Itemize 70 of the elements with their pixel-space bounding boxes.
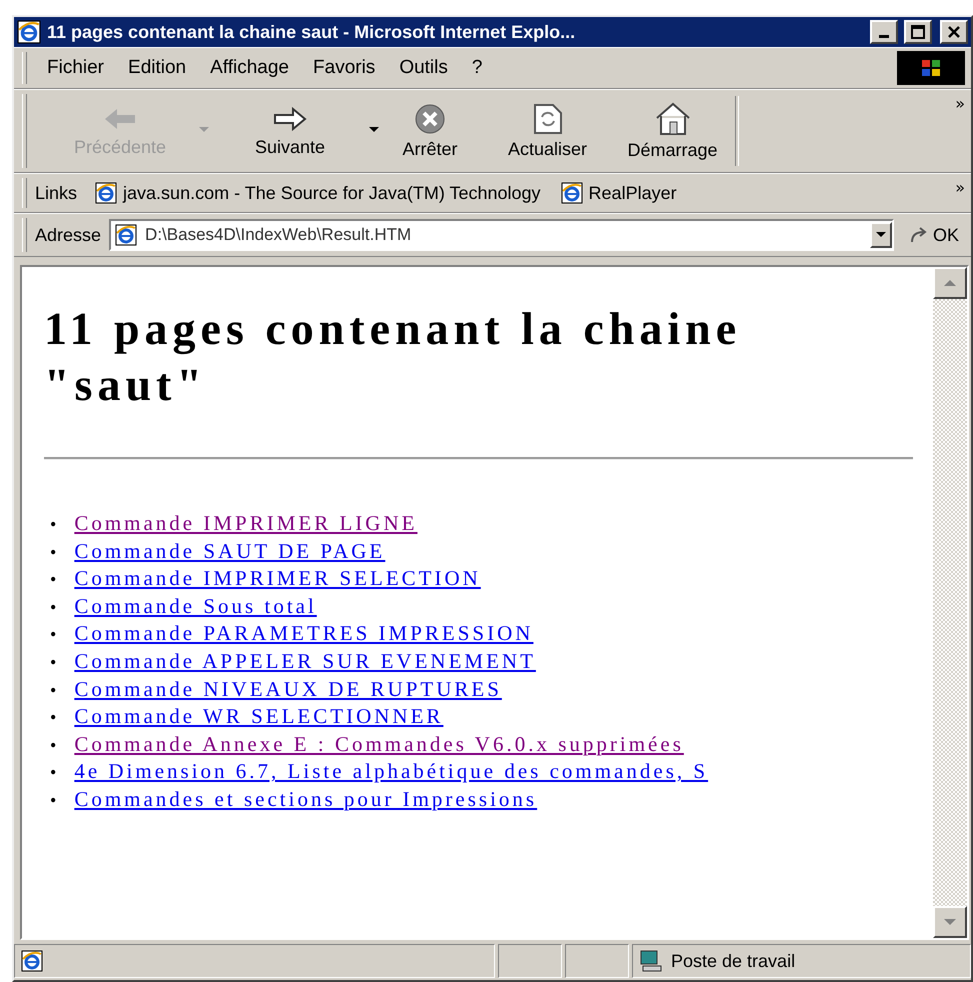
- toolbar-button[interactable]: Actualiser: [485, 102, 610, 160]
- down-arrow-icon: [944, 918, 956, 926]
- stop-icon: [414, 102, 446, 134]
- windows-logo-icon: [897, 51, 965, 85]
- scroll-down-button[interactable]: [933, 906, 967, 938]
- maximize-icon: [911, 25, 925, 39]
- status-pane: [498, 944, 562, 978]
- more-button[interactable]: »: [955, 178, 965, 197]
- result-link[interactable]: Commande SAUT DE PAGE: [74, 538, 386, 564]
- bullet: •: [50, 734, 56, 757]
- toolbar-button[interactable]: Suivante: [205, 104, 375, 158]
- toolbar-button[interactable]: Arrêter: [375, 102, 485, 160]
- menu-item[interactable]: ?: [460, 57, 494, 79]
- browser-icon: [17, 20, 41, 44]
- close-icon: [947, 25, 961, 39]
- forward-arrow-icon: [273, 104, 307, 132]
- zone-label: Poste de travail: [671, 950, 796, 972]
- page-heading: 11 pages contenant la chaine "saut": [44, 302, 742, 412]
- maximize-button[interactable]: [904, 20, 932, 44]
- refresh-icon: [532, 102, 562, 134]
- dropdown-button[interactable]: [870, 222, 892, 248]
- close-button[interactable]: [940, 20, 968, 44]
- result-link[interactable]: Commande APPELER SUR EVENEMENT: [74, 648, 536, 675]
- menu-item[interactable]: Favoris: [301, 57, 388, 79]
- result-link[interactable]: Commandes et sections pour Impressions: [74, 786, 538, 813]
- caret-icon[interactable]: [369, 126, 379, 132]
- toolbar-button[interactable]: Démarrage: [610, 102, 735, 160]
- address-field[interactable]: D:\Bases4D\IndexWeb\Result.HTM: [109, 219, 894, 251]
- up-arrow-icon: [944, 280, 956, 286]
- bullet: •: [50, 706, 56, 730]
- browser-icon: [560, 182, 583, 204]
- window-title: 11 pages contenant la chaine saut - Microsoft Internet Explo...: [47, 22, 576, 42]
- minimize-button[interactable]: [870, 20, 898, 44]
- result-link[interactable]: Commande WR SELECTIONNER: [74, 703, 444, 730]
- go-button[interactable]: OK: [894, 224, 965, 246]
- bullet: •: [50, 568, 56, 592]
- scroll-up-button[interactable]: [933, 267, 967, 299]
- links-label: Links: [35, 182, 78, 204]
- status-pane: [565, 944, 629, 978]
- result-link[interactable]: Commande IMPRIMER SELECTION: [74, 565, 481, 592]
- bullet: •: [50, 761, 56, 784]
- computer-icon: [639, 950, 663, 972]
- browser-icon: [115, 224, 138, 246]
- favorite-link[interactable]: RealPlayer: [550, 182, 687, 204]
- result-link[interactable]: Commande IMPRIMER LIGNE: [74, 510, 418, 537]
- address-label: Adresse: [35, 224, 102, 246]
- result-link[interactable]: 4e Dimension 6.7, Liste alphabétique des commandes, S: [74, 758, 708, 785]
- result-link[interactable]: Commande PARAMETRES IMPRESSION: [74, 620, 534, 647]
- bullet: •: [50, 650, 56, 674]
- menu-item[interactable]: Affichage: [198, 57, 302, 79]
- bullet: •: [50, 513, 56, 536]
- result-link[interactable]: Commande NIVEAUX DE RUPTURES: [74, 676, 502, 702]
- minimize-icon: [879, 34, 889, 38]
- more-button[interactable]: »: [955, 94, 965, 113]
- menu-item[interactable]: Outils: [387, 57, 460, 79]
- scrollbar[interactable]: [933, 267, 967, 938]
- bullet: •: [50, 623, 56, 646]
- bullet: •: [50, 596, 56, 619]
- browser-icon: [95, 182, 118, 204]
- bullet: •: [50, 788, 56, 812]
- menu-item[interactable]: Edition: [116, 57, 198, 79]
- result-link[interactable]: Commande Sous total: [74, 592, 317, 620]
- bullet: •: [50, 540, 56, 564]
- menu-item[interactable]: Fichier: [35, 57, 116, 79]
- favorite-link[interactable]: java.sun.com - The Source for Java(TM) Technology: [85, 182, 551, 204]
- home-icon: [654, 102, 690, 136]
- bullet: •: [50, 678, 56, 702]
- browser-icon: [21, 950, 43, 972]
- result-link[interactable]: Commande Annexe E : Commandes V6.0.x supprimées: [74, 730, 684, 758]
- caret-icon: [876, 232, 886, 238]
